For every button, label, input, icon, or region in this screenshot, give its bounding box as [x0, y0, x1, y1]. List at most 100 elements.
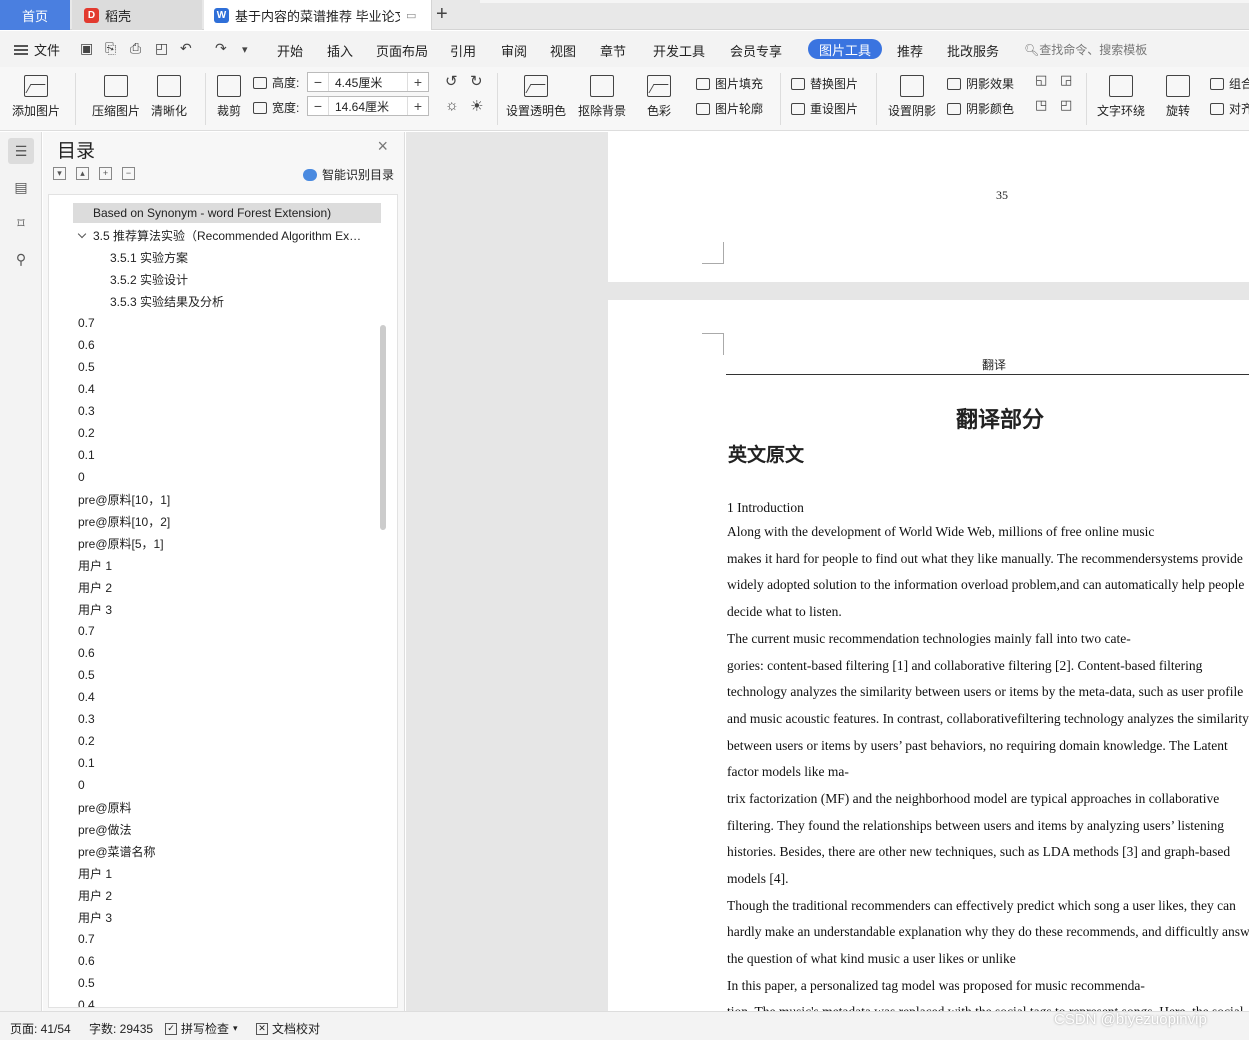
- toc-item[interactable]: pre@原料: [49, 797, 132, 817]
- group-button[interactable]: 组合: [1210, 75, 1249, 92]
- toc-item[interactable]: 0.5: [49, 973, 95, 993]
- text-wrap-button[interactable]: 文字环绕: [1097, 75, 1145, 119]
- smart-toc-button[interactable]: 智能识别目录: [302, 166, 394, 183]
- picture-outline-button[interactable]: 图片轮廓: [696, 100, 763, 117]
- menu-picture-tools[interactable]: 图片工具: [808, 39, 882, 59]
- height-decrease-button[interactable]: −: [308, 74, 328, 90]
- set-transparent-button[interactable]: 设置透明色: [506, 75, 566, 119]
- quick-access-dropdown-icon[interactable]: ▾: [242, 43, 248, 56]
- picture-fill-button[interactable]: 图片填充: [696, 75, 763, 92]
- remove-heading-icon[interactable]: −: [122, 167, 135, 180]
- menu-view[interactable]: 视图: [550, 41, 576, 60]
- spell-check-button[interactable]: ✓ 拼写检查 ▾: [165, 1020, 238, 1037]
- rotate-left-icon[interactable]: ↺: [445, 72, 458, 90]
- toc-item[interactable]: 0.2: [49, 731, 95, 751]
- file-menu[interactable]: 文件: [14, 40, 60, 59]
- shadow-right-icon[interactable]: ◰: [1060, 97, 1072, 113]
- remove-background-button[interactable]: 抠除背景: [578, 75, 626, 119]
- chapter-panel-icon[interactable]: ▤: [8, 174, 34, 200]
- search-icon[interactable]: ⚲: [8, 246, 34, 272]
- align-button[interactable]: 对齐: [1210, 100, 1249, 117]
- menu-recommend[interactable]: 推荐: [897, 41, 923, 60]
- shadow-down-icon[interactable]: ◲: [1060, 72, 1072, 88]
- command-search[interactable]: 🔍︎查找命令、搜索模板: [1024, 41, 1147, 58]
- shadow-color-button[interactable]: 阴影颜色: [947, 100, 1014, 117]
- menu-section[interactable]: 章节: [600, 41, 626, 60]
- preview-icon[interactable]: ◰: [155, 40, 168, 57]
- replace-image-button[interactable]: 替换图片: [791, 75, 858, 92]
- menu-correction[interactable]: 批改服务: [947, 41, 999, 60]
- toc-item[interactable]: 0.2: [49, 423, 95, 443]
- toc-item[interactable]: 0.6: [49, 643, 95, 663]
- width-increase-button[interactable]: +: [408, 98, 428, 114]
- toc-item[interactable]: 0: [49, 775, 85, 795]
- new-tab-icon[interactable]: +: [436, 3, 448, 26]
- toc-item[interactable]: 0.5: [49, 357, 95, 377]
- toc-item[interactable]: 用户 2: [49, 885, 112, 905]
- toc-item[interactable]: 0.7: [49, 929, 95, 949]
- height-value[interactable]: 4.45厘米: [328, 73, 408, 91]
- sharpen-button[interactable]: 清晰化: [151, 75, 187, 119]
- tab-pin-icon[interactable]: ▭: [406, 9, 416, 22]
- page-indicator[interactable]: 页面: 41/54: [10, 1020, 71, 1037]
- menu-start[interactable]: 开始: [277, 41, 303, 60]
- rotate-right-icon[interactable]: ↻: [470, 72, 483, 90]
- toc-item[interactable]: 0.1: [49, 445, 95, 465]
- proofread-button[interactable]: ✕ 文档校对: [256, 1020, 320, 1037]
- tab-document[interactable]: W 基于内容的菜谱推荐 毕业论文 ▭: [204, 0, 432, 30]
- document-page[interactable]: 翻译 翻译部分 英文原文 1 Introduction Along with th…: [608, 300, 1249, 1011]
- toc-item[interactable]: 0.7: [49, 621, 95, 641]
- brightness-up-icon[interactable]: ☼: [445, 97, 459, 114]
- toc-item[interactable]: 0: [49, 467, 85, 487]
- toc-item[interactable]: 0.4: [49, 379, 95, 399]
- toc-item[interactable]: 0.3: [49, 709, 95, 729]
- shadow-left-icon[interactable]: ◳: [1035, 97, 1047, 113]
- toc-item[interactable]: pre@原料[5，1]: [49, 533, 164, 553]
- height-stepper[interactable]: − 4.45厘米 +: [307, 72, 429, 92]
- chevron-down-icon[interactable]: [77, 229, 87, 238]
- menu-developer[interactable]: 开发工具: [653, 41, 705, 60]
- undo-icon[interactable]: ↶: [180, 40, 192, 57]
- toc-item[interactable]: 0.6: [49, 951, 95, 971]
- toc-item[interactable]: 0.5: [49, 665, 95, 685]
- toc-item[interactable]: 用户 3: [49, 599, 112, 619]
- save-icon[interactable]: ▣: [80, 40, 93, 57]
- collapse-all-icon[interactable]: ▴: [76, 167, 89, 180]
- toc-item[interactable]: 0.4: [49, 687, 95, 707]
- toc-item[interactable]: 0.6: [49, 335, 95, 355]
- toc-item[interactable]: 0.7: [49, 313, 95, 333]
- shadow-effect-button[interactable]: 阴影效果: [947, 75, 1014, 92]
- height-increase-button[interactable]: +: [408, 74, 428, 90]
- crop-button[interactable]: 裁剪: [217, 75, 241, 119]
- toc-item[interactable]: pre@做法: [49, 819, 132, 839]
- toc-panel-icon[interactable]: ☰: [8, 138, 34, 164]
- toc-item[interactable]: 0.3: [49, 401, 95, 421]
- reset-image-button[interactable]: 重设图片: [791, 100, 858, 117]
- toc-item[interactable]: pre@原料[10，2]: [49, 511, 170, 531]
- color-button[interactable]: 色彩: [647, 75, 671, 119]
- width-decrease-button[interactable]: −: [308, 98, 328, 114]
- toc-item[interactable]: Based on Synonym - word Forest Extension…: [73, 203, 381, 223]
- close-icon[interactable]: ×: [377, 136, 388, 157]
- toc-item[interactable]: 3.5.3 实验结果及分析: [49, 291, 224, 311]
- set-shadow-button[interactable]: 设置阴影: [888, 75, 936, 119]
- width-value[interactable]: 14.64厘米: [328, 97, 408, 115]
- toc-item[interactable]: 3.5.2 实验设计: [49, 269, 188, 289]
- menu-member[interactable]: 会员专享: [730, 41, 782, 60]
- toc-item[interactable]: pre@原料[10，1]: [49, 489, 170, 509]
- print-icon[interactable]: ⎙: [130, 40, 141, 57]
- toc-item[interactable]: 用户 1: [49, 863, 112, 883]
- toc-item[interactable]: pre@菜谱名称: [49, 841, 156, 861]
- tab-daoke[interactable]: D 稻壳: [72, 0, 202, 30]
- menu-reference[interactable]: 引用: [450, 41, 476, 60]
- redo-icon[interactable]: ↷: [215, 40, 227, 57]
- add-heading-icon[interactable]: +: [99, 167, 112, 180]
- shadow-up-icon[interactable]: ◱: [1035, 72, 1047, 88]
- toc-item[interactable]: 0.4: [49, 995, 95, 1007]
- add-image-button[interactable]: 添加图片: [12, 75, 60, 119]
- menu-page-layout[interactable]: 页面布局: [376, 41, 428, 60]
- menu-insert[interactable]: 插入: [327, 41, 353, 60]
- toc-item[interactable]: 用户 3: [49, 907, 112, 927]
- expand-all-icon[interactable]: ▾: [53, 167, 66, 180]
- export-icon[interactable]: ⎘: [105, 40, 116, 57]
